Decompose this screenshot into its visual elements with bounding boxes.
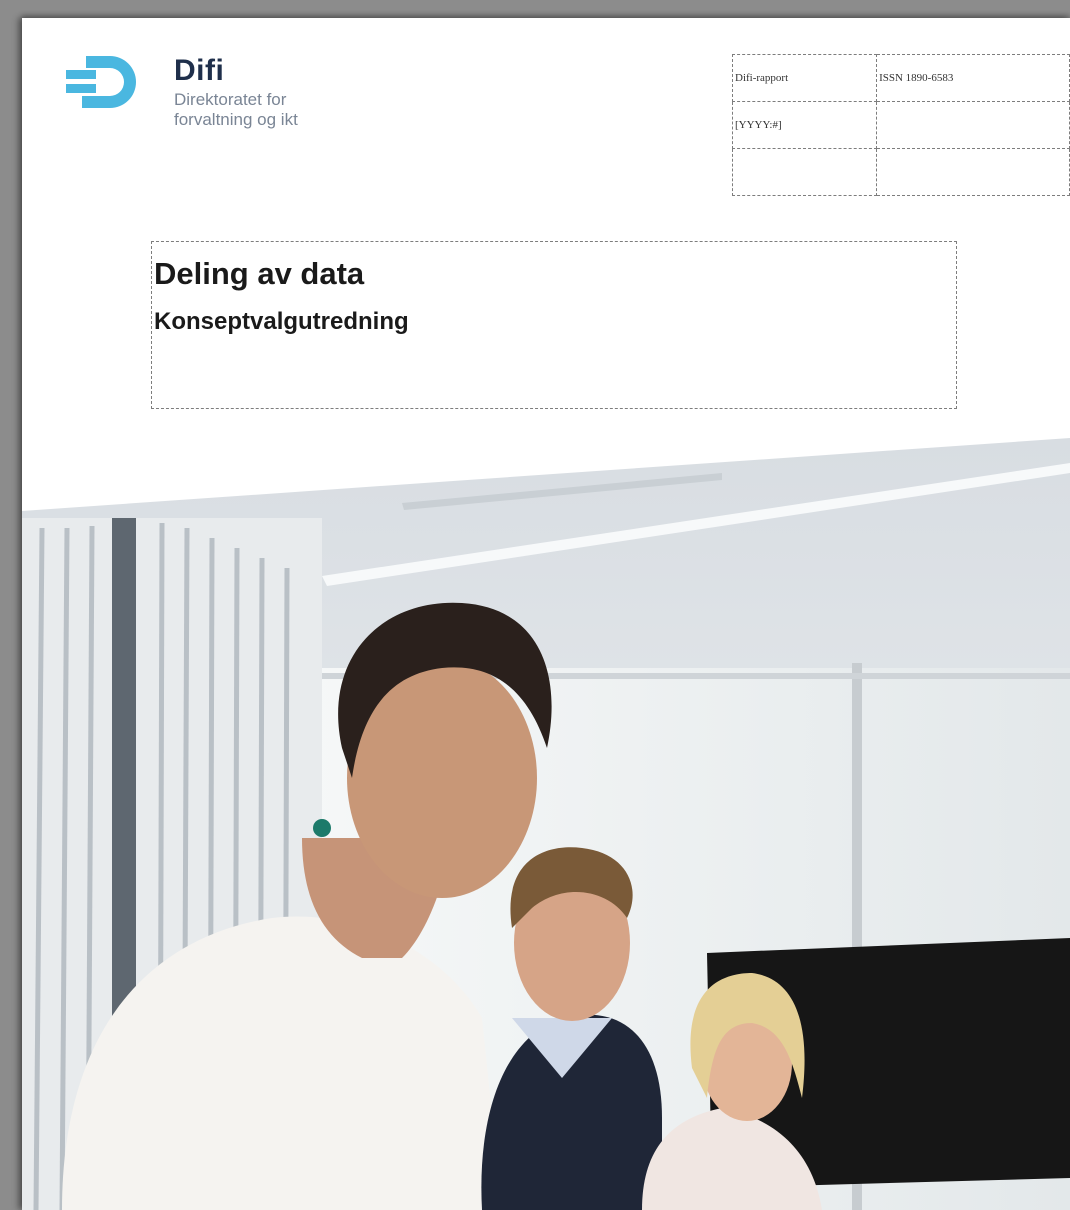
report-meta-table: Difi-rapport ISSN 1890-6583 [YYYY:#] bbox=[731, 54, 1070, 196]
issn-cell: ISSN 1890-6583 bbox=[876, 54, 1070, 102]
title-box: Deling av data Konseptvalgutredning bbox=[151, 241, 957, 409]
difi-logo: Difi Direktoratet for forvaltning og ikt bbox=[66, 54, 326, 144]
difi-logo-icon bbox=[66, 56, 136, 108]
logo-subtitle-line-2: forvaltning og ikt bbox=[174, 110, 298, 129]
office-meeting-photo-icon bbox=[22, 438, 1070, 1210]
document-subtitle: Konseptvalgutredning bbox=[154, 308, 409, 335]
meta-row: Difi-rapport ISSN 1890-6583 bbox=[731, 54, 1070, 102]
logo-subtitle: Direktoratet for forvaltning og ikt bbox=[174, 90, 374, 130]
meta-row: [YYYY:#] bbox=[731, 101, 1070, 149]
report-series-cell: Difi-rapport bbox=[731, 54, 878, 102]
report-number-cell: [YYYY:#] bbox=[731, 101, 878, 149]
report-cover-page: Difi Direktoratet for forvaltning og ikt… bbox=[22, 18, 1070, 1210]
logo-subtitle-line-1: Direktoratet for bbox=[174, 90, 287, 109]
meta-row bbox=[731, 148, 1070, 196]
meta-empty-cell bbox=[731, 148, 878, 196]
logo-title: Difi bbox=[174, 54, 225, 87]
document-title: Deling av data bbox=[154, 256, 365, 291]
meta-empty-cell bbox=[876, 101, 1070, 149]
meta-empty-cell bbox=[876, 148, 1070, 196]
